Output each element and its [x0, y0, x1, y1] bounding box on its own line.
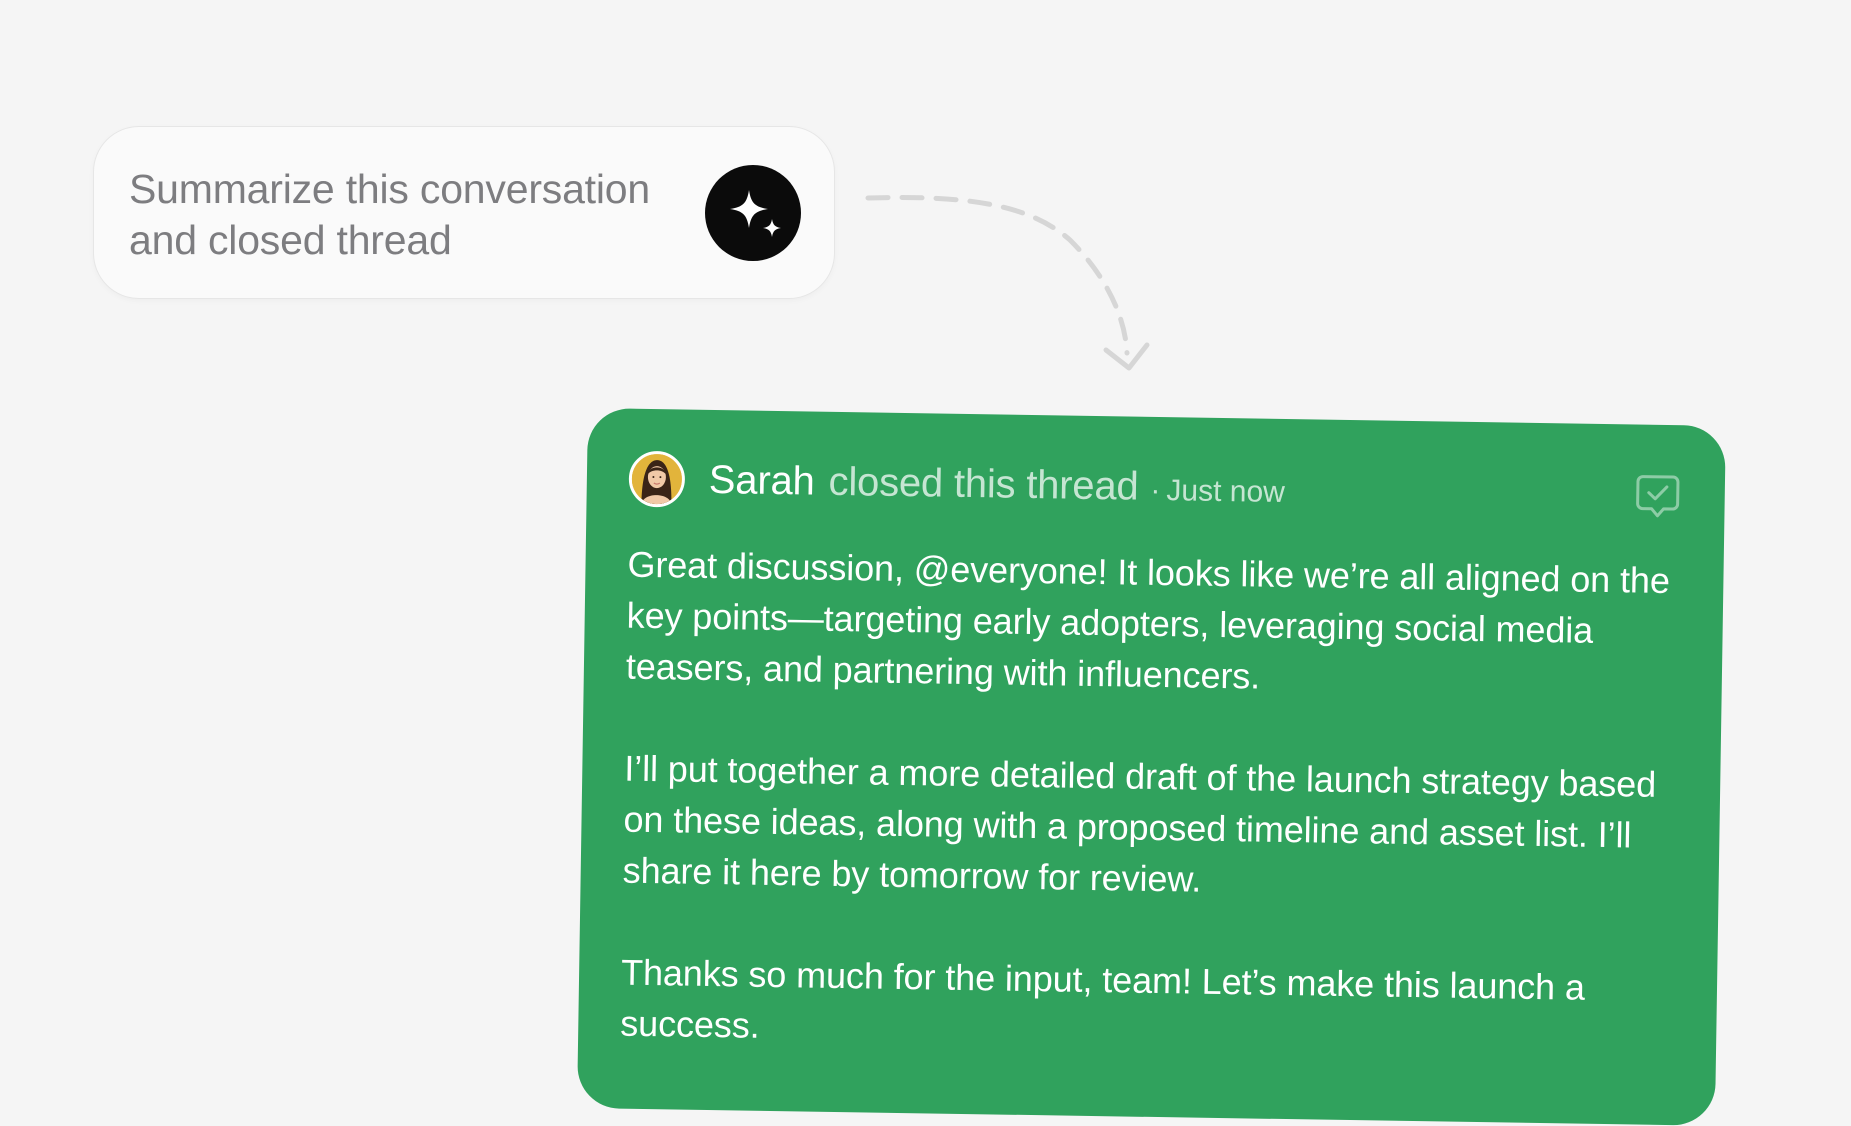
- closed-thread-card: Sarah closed this thread · Just now Great d…: [577, 408, 1726, 1126]
- avatar[interactable]: [628, 450, 686, 508]
- timestamp: Just now: [1166, 474, 1286, 509]
- message-paragraph: I’ll put together a more detailed draft …: [622, 747, 1657, 900]
- separator-dot: ·: [1150, 473, 1161, 507]
- thread-action: closed this thread: [828, 459, 1139, 509]
- resolved-comment-icon[interactable]: [1632, 470, 1683, 521]
- sparkle-icon: [730, 190, 781, 237]
- message-paragraph: Great discussion, @everyone! It looks li…: [625, 543, 1671, 697]
- author-name[interactable]: Sarah: [709, 458, 815, 504]
- avatar-image: [631, 453, 683, 505]
- ai-summarize-button[interactable]: [705, 165, 801, 261]
- prompt-pill[interactable]: Summarize this conversation and closed t…: [93, 126, 835, 299]
- thread-message: Great discussion, @everyone! It looks li…: [619, 539, 1678, 1116]
- connector-arrow: [865, 195, 1150, 371]
- thread-header: Sarah closed this thread · Just now: [628, 450, 1683, 528]
- message-paragraph: Thanks so much for the input, team! Let’…: [620, 951, 1586, 1046]
- prompt-text: Summarize this conversation and closed t…: [129, 166, 650, 263]
